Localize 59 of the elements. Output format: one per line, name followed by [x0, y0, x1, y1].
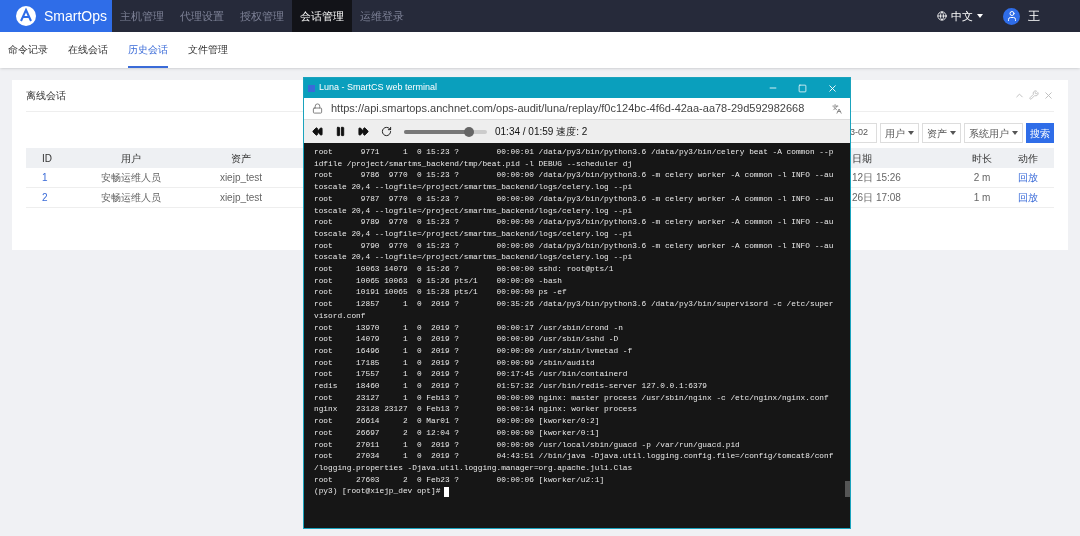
nav-tab[interactable]: 代理设置: [172, 0, 232, 32]
column-header: 日期: [852, 151, 873, 166]
close-icon[interactable]: [827, 82, 838, 94]
logo-icon: [16, 6, 36, 26]
progress-track[interactable]: [404, 129, 487, 134]
subnav-tab[interactable]: 命令记录: [8, 32, 48, 68]
table-cell-text: 2 m: [972, 171, 992, 185]
filter-select[interactable]: 系统用户: [964, 123, 1023, 143]
caret-icon: [908, 131, 914, 135]
table-cell-text: xiejp_test: [218, 191, 264, 205]
nav-tab[interactable]: 运维登录: [352, 0, 412, 32]
filter-select[interactable]: 资产: [922, 123, 961, 143]
caret-icon: [1012, 131, 1018, 135]
replay-link[interactable]: 回放: [1002, 170, 1054, 185]
nav-tab[interactable]: 授权管理: [232, 0, 292, 32]
maximize-icon[interactable]: [798, 83, 807, 93]
column-header: 动作: [1017, 151, 1039, 166]
user-name[interactable]: 王: [1028, 7, 1040, 25]
column-header: 用户: [120, 151, 142, 166]
table-cell-text: 1 m: [972, 191, 992, 205]
column-header: 时长: [971, 151, 993, 166]
table-cell-text: 12日 15:26: [852, 171, 902, 185]
column-header: ID: [41, 151, 53, 166]
cursor: [444, 487, 450, 498]
table-cell-text: xiejp_test: [218, 171, 264, 185]
caret-icon: [977, 14, 983, 18]
table-cell-text: 安畅运维人员: [100, 191, 162, 205]
close-icon[interactable]: [1043, 90, 1054, 101]
window-title: Luna - SmartCS web terminal: [319, 81, 438, 95]
rewind-icon[interactable]: [312, 126, 323, 137]
search-button[interactable]: 搜索: [1026, 123, 1054, 143]
replay-icon[interactable]: [381, 126, 392, 137]
table-cell-text: 2: [41, 191, 49, 205]
avatar[interactable]: [1003, 7, 1020, 25]
subnav-tab[interactable]: 历史会话: [128, 32, 168, 68]
url-text: https://api.smartops.anchnet.com/ops-audit/luna/replay/f0c124bc-4f6d-42aa-aa78-29d592982668: [331, 101, 805, 117]
brand-name: SmartOps: [44, 6, 107, 26]
progress-thumb[interactable]: [463, 126, 474, 137]
pause-icon[interactable]: [335, 126, 346, 137]
app-icon: [308, 84, 315, 92]
subnav-tab[interactable]: 文件管理: [188, 32, 228, 68]
table-cell-text: 26日 17:08: [852, 191, 902, 205]
fast-forward-icon[interactable]: [358, 126, 369, 137]
nav-tab[interactable]: 主机管理: [112, 0, 172, 32]
filter-select[interactable]: 用户: [880, 123, 919, 143]
subnav-tab[interactable]: 在线会话: [68, 32, 108, 68]
replay-link[interactable]: 回放: [1002, 190, 1054, 205]
playback-time: 01:34 / 01:59 速度: 2: [495, 125, 588, 139]
translate-icon[interactable]: [832, 103, 842, 114]
table-cell-text: 1: [41, 171, 49, 185]
card-title: 离线会话: [26, 89, 66, 103]
scrollbar-thumb[interactable]: [845, 481, 850, 497]
language-menu[interactable]: 中文: [937, 7, 983, 25]
caret-icon: [950, 131, 956, 135]
globe-icon: [937, 11, 947, 21]
lock-icon: [312, 103, 323, 114]
table-cell-text: 安畅运维人员: [100, 171, 162, 185]
column-header: 资产: [230, 151, 252, 166]
nav-tab[interactable]: 会话管理: [292, 0, 352, 32]
